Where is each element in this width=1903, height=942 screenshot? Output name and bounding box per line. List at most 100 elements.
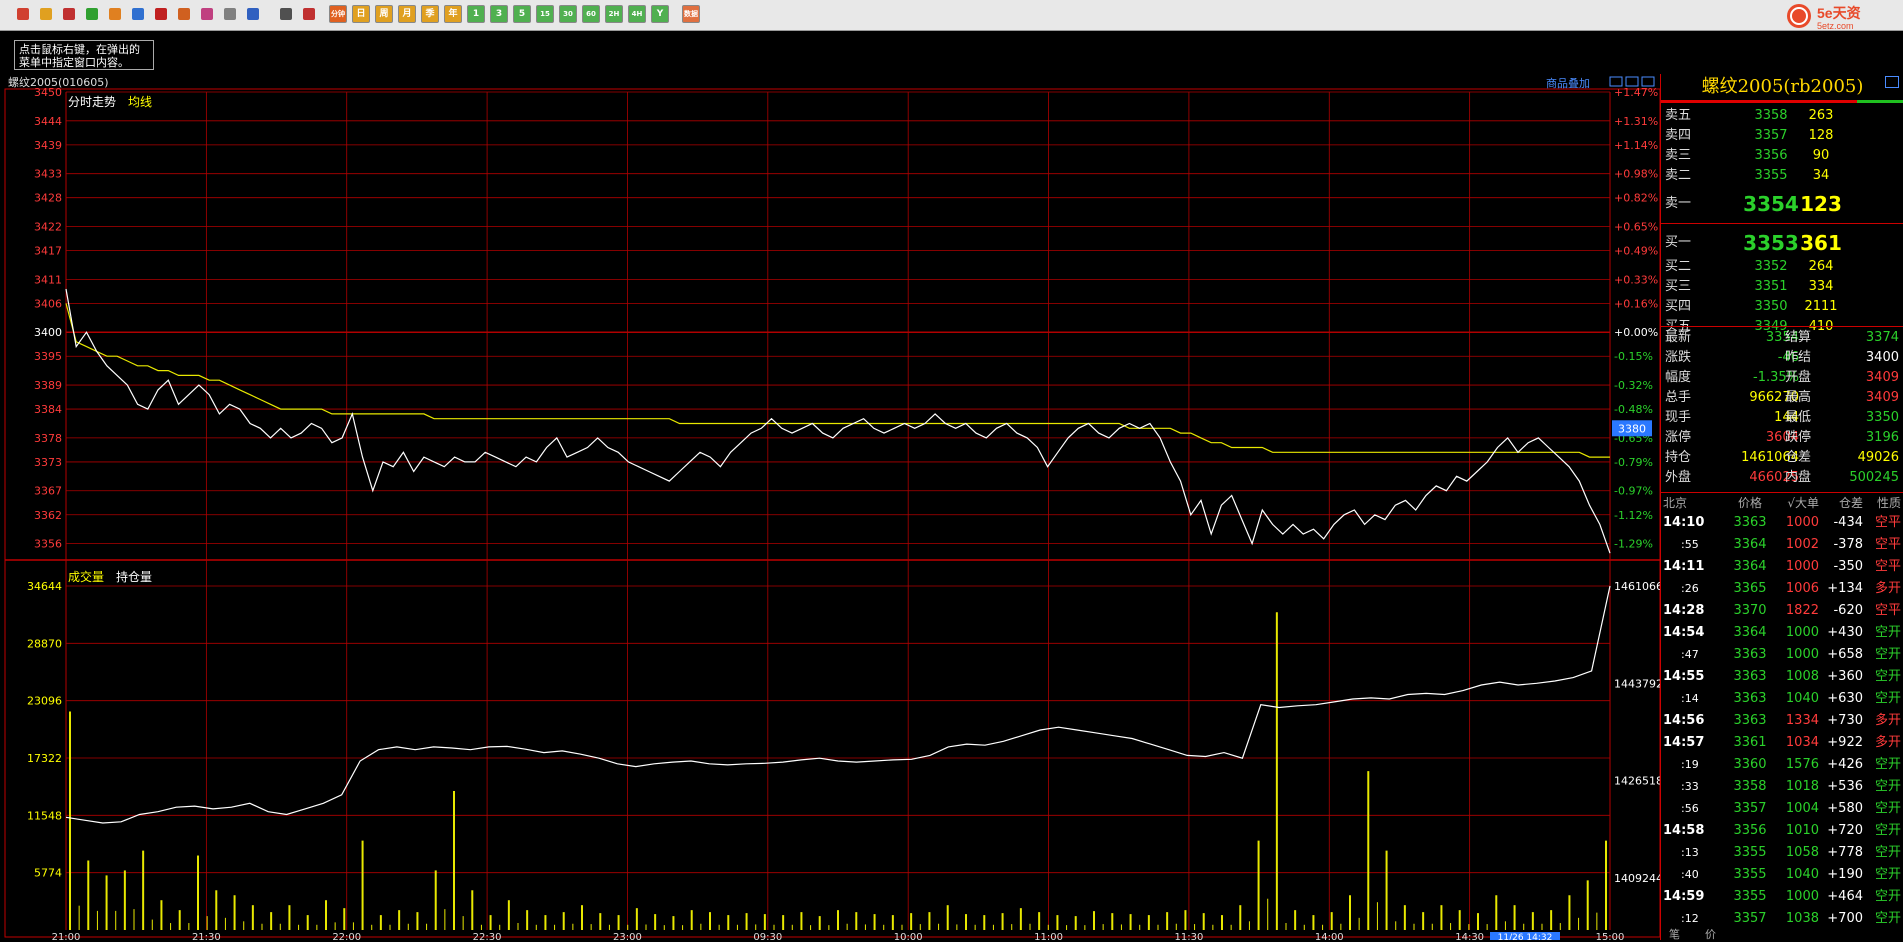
period-button-12[interactable]: 2H xyxy=(605,5,623,23)
tick-oi-diff: +190 xyxy=(1827,867,1863,882)
time-tick-label: 09:30 xyxy=(753,932,782,940)
pct-tick-label: -0.48% xyxy=(1614,403,1653,416)
volume-tick-label: 23096 xyxy=(27,695,62,708)
current-price-marker-label: 3380 xyxy=(1618,422,1646,435)
ask-level: 卖四 3357 128 xyxy=(1661,126,1903,146)
tick-type: 空平 xyxy=(1874,603,1901,618)
tick-row[interactable]: :14 3363 1040 +630 空开 xyxy=(1661,688,1903,710)
period-button-8[interactable]: 5 xyxy=(513,5,531,23)
tick-row[interactable]: 14:55 3363 1008 +360 空开 xyxy=(1661,666,1903,688)
tick-row[interactable]: :26 3365 1006 +134 多开 xyxy=(1661,578,1903,600)
period-button-15[interactable]: 数据 xyxy=(682,5,700,23)
period-button-label: 3 xyxy=(495,9,503,19)
oi-tick-label: 1426518 xyxy=(1614,775,1660,788)
pct-tick-label: -0.15% xyxy=(1614,350,1653,363)
time-tick-label: 14:00 xyxy=(1315,932,1344,940)
indicator-icon[interactable] xyxy=(244,5,262,23)
tick-row[interactable]: 14:11 3364 1000 -350 空平 xyxy=(1661,556,1903,578)
tool-icon[interactable] xyxy=(198,5,216,23)
home-icon[interactable] xyxy=(14,5,32,23)
ticks-header: 北京 价格 √大单 仓差 性质 xyxy=(1661,494,1903,512)
period-button-4[interactable]: 季 xyxy=(421,5,439,23)
window-icon[interactable] xyxy=(152,5,170,23)
refresh-icon[interactable] xyxy=(83,5,101,23)
tick-row[interactable]: 14:54 3364 1000 +430 空开 xyxy=(1661,622,1903,644)
period-button-11[interactable]: 60 xyxy=(582,5,600,23)
tick-price: 3363 xyxy=(1733,515,1767,530)
tick-oi-diff: +430 xyxy=(1827,625,1863,640)
tick-time: :55 xyxy=(1681,538,1699,551)
tick-price: 3363 xyxy=(1733,713,1767,728)
tick-row[interactable]: 14:59 3355 1000 +464 空开 xyxy=(1661,886,1903,908)
tick-row[interactable]: 14:28 3370 1822 -620 空平 xyxy=(1661,600,1903,622)
table-icon[interactable] xyxy=(277,5,295,23)
tick-oi-diff: +730 xyxy=(1827,713,1863,728)
tick-oi-diff: -620 xyxy=(1833,603,1863,618)
tick-time: 14:11 xyxy=(1663,559,1705,574)
news-icon[interactable] xyxy=(60,5,78,23)
trend-icon[interactable] xyxy=(300,5,318,23)
period-button-6[interactable]: 1 xyxy=(467,5,485,23)
search-icon[interactable] xyxy=(106,5,124,23)
search-alt-icon[interactable] xyxy=(129,5,147,23)
avg-price-line xyxy=(65,303,1610,458)
period-button-9[interactable]: 15 xyxy=(536,5,554,23)
bid-label: 买一 xyxy=(1665,235,1692,250)
intraday-chart-window[interactable]: 螺纹2005(010605) 商品叠加 3450 +1.47% 3444 +1.31% 34… xyxy=(0,74,1660,940)
bid-volume: 334 xyxy=(1808,279,1834,294)
tick-row[interactable]: :13 3355 1058 +778 空开 xyxy=(1661,842,1903,864)
period-button-label: 年 xyxy=(448,9,458,19)
period-button-0[interactable]: 分钟 xyxy=(329,5,347,23)
ask-label: 卖五 xyxy=(1665,108,1692,123)
period-button-1[interactable]: 日 xyxy=(352,5,370,23)
period-button-3[interactable]: 月 xyxy=(398,5,416,23)
tick-row[interactable]: :19 3360 1576 +426 空开 xyxy=(1661,754,1903,776)
quote-value: 3374 xyxy=(1865,330,1899,345)
divider xyxy=(1661,223,1903,224)
bid-level: 买一 3353 361 xyxy=(1661,229,1903,257)
price-tick-label: 3422 xyxy=(34,221,62,234)
period-button-13[interactable]: 4H xyxy=(628,5,646,23)
tick-row[interactable]: 14:57 3361 1034 +922 多开 xyxy=(1661,732,1903,754)
period-button-10[interactable]: 30 xyxy=(559,5,577,23)
price-tick-label: 3428 xyxy=(34,192,62,205)
pct-tick-label: +0.65% xyxy=(1614,221,1658,234)
tick-time: 14:59 xyxy=(1663,889,1705,904)
period-button-14[interactable]: Y xyxy=(651,5,669,23)
period-button-7[interactable]: 3 xyxy=(490,5,508,23)
tick-row[interactable]: 14:10 3363 1000 -434 空平 xyxy=(1661,512,1903,534)
filter-icon[interactable] xyxy=(221,5,239,23)
pen-icon[interactable] xyxy=(175,5,193,23)
pct-tick-label: -1.29% xyxy=(1614,538,1653,551)
period-button-label: 5 xyxy=(518,9,526,19)
tick-row[interactable]: :55 3364 1002 -378 空平 xyxy=(1661,534,1903,556)
ticks-header-type: 性质 xyxy=(1876,496,1901,510)
tick-time: 14:28 xyxy=(1663,603,1705,618)
tick-row[interactable]: 14:58 3356 1010 +720 空开 xyxy=(1661,820,1903,842)
tick-row[interactable]: :33 3358 1018 +536 空开 xyxy=(1661,776,1903,798)
tick-row[interactable]: :40 3355 1040 +190 空开 xyxy=(1661,864,1903,886)
folder-icon[interactable] xyxy=(37,5,55,23)
tick-price: 3355 xyxy=(1733,867,1767,882)
intraday-chart[interactable]: 螺纹2005(010605) 商品叠加3450 +1.47%3444 +1.31%34… xyxy=(0,74,1660,940)
period-button-2[interactable]: 周 xyxy=(375,5,393,23)
price-tick-label: 3373 xyxy=(34,456,62,469)
quote-row: 最新 3354 结算 3374 xyxy=(1661,328,1903,348)
price-tick-label: 3417 xyxy=(34,245,62,258)
volume-tick-label: 28870 xyxy=(27,637,62,650)
window-close-button xyxy=(1641,76,1655,87)
tick-type: 空开 xyxy=(1874,823,1901,838)
tick-type: 空平 xyxy=(1874,559,1901,574)
context-menu-tip: 点击鼠标右键，在弹出的菜单中指定窗口内容。 xyxy=(14,40,154,70)
ticks-header-vol: √大单 xyxy=(1787,496,1819,510)
pct-tick-label: +0.49% xyxy=(1614,245,1658,258)
sell-strength-bar xyxy=(1857,100,1903,103)
oi-tick-label: 1409244 xyxy=(1614,872,1660,885)
panel-toggle-button[interactable] xyxy=(1885,76,1899,88)
tick-row[interactable]: :47 3363 1000 +658 空开 xyxy=(1661,644,1903,666)
period-button-5[interactable]: 年 xyxy=(444,5,462,23)
tick-time: :14 xyxy=(1681,692,1699,705)
tick-type: 多开 xyxy=(1874,735,1901,750)
tick-row[interactable]: :56 3357 1004 +580 空开 xyxy=(1661,798,1903,820)
tick-row[interactable]: 14:56 3363 1334 +730 多开 xyxy=(1661,710,1903,732)
